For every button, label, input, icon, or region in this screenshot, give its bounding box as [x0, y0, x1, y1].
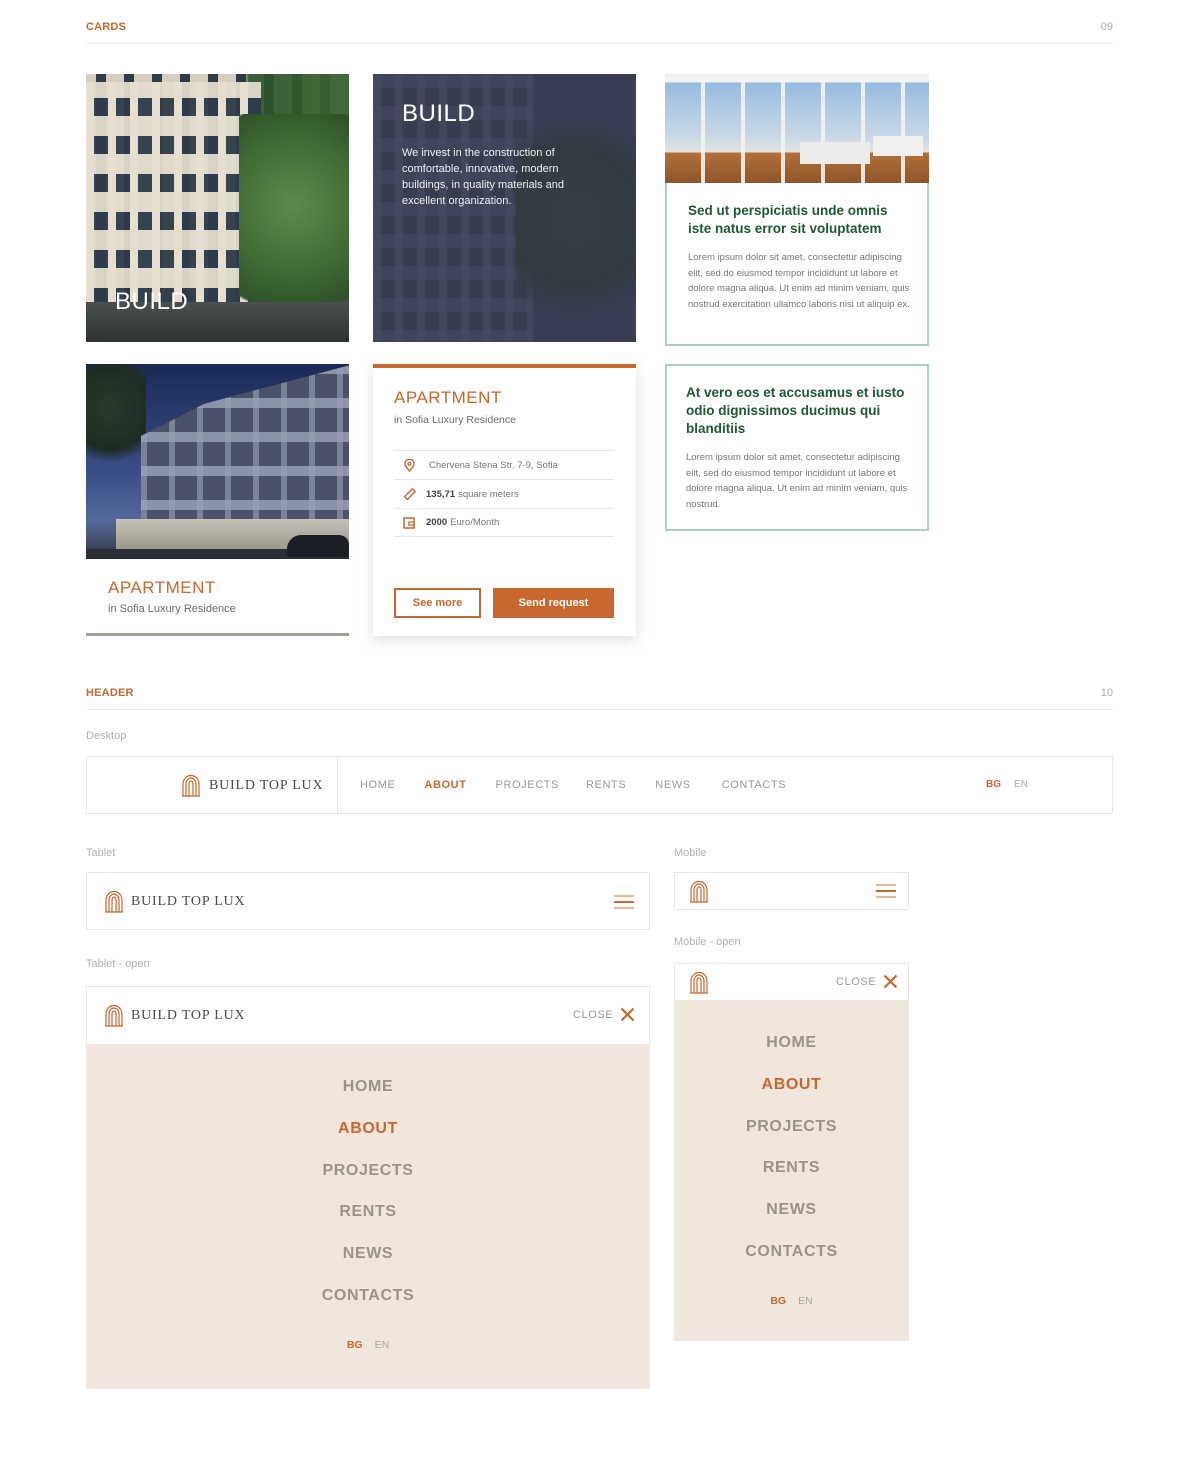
mobile-header [674, 872, 909, 910]
brand-logo[interactable]: BUILD TOP LUX [104, 890, 245, 913]
section-divider [86, 43, 1113, 44]
apartment-detail-card: APARTMENT in Sofia Luxury Residence Cher… [373, 364, 636, 636]
menu-projects[interactable]: PROJECTS [86, 1162, 650, 1180]
arch-logo-icon[interactable] [689, 880, 709, 908]
section-number-cards: 09 [1100, 21, 1113, 33]
wallet-icon [402, 516, 416, 530]
menu-contacts[interactable]: CONTACTS [86, 1287, 650, 1305]
lang-en[interactable]: EN [1014, 779, 1028, 790]
car-illustration [287, 535, 349, 557]
language-switcher: BG EN [986, 779, 1028, 790]
text-card-1[interactable]: Sed ut perspiciatis unde omnis iste natu… [665, 183, 929, 346]
mobile-open-menu: HOME ABOUT PROJECTS RENTS NEWS CONTACTS … [674, 1000, 909, 1341]
lang-bg[interactable]: BG [770, 1295, 786, 1307]
section-title-cards: CARDS [86, 21, 127, 33]
nav-contacts[interactable]: CONTACTS [722, 779, 786, 791]
ruler-icon [402, 487, 416, 501]
close-icon [883, 974, 898, 989]
brand-name: BUILD TOP LUX [131, 1007, 246, 1023]
label-tablet-open: Tablet - open [86, 958, 150, 970]
info-row-price: 2000 Euro/Month [394, 508, 614, 537]
menu-home[interactable]: HOME [86, 1078, 650, 1096]
menu-about[interactable]: ABOUT [674, 1076, 909, 1094]
apartment-image-card-subtitle: in Sofia Luxury Residence [108, 603, 236, 615]
menu-rents[interactable]: RENTS [86, 1203, 650, 1221]
see-more-button[interactable]: See more [394, 588, 481, 618]
nav-projects[interactable]: PROJECTS [496, 779, 559, 791]
header-divider [337, 757, 338, 813]
nav-about[interactable]: ABOUT [424, 779, 466, 791]
apartment-detail-subtitle: in Sofia Luxury Residence [394, 414, 516, 426]
text-card-1-body: Lorem ipsum dolor sit amet, consectetur … [688, 252, 910, 310]
text-card-2-body: Lorem ipsum dolor sit amet, consectetur … [686, 452, 908, 510]
language-switcher: BG EN [674, 1295, 909, 1307]
lang-en[interactable]: EN [798, 1295, 813, 1307]
label-desktop: Desktop [86, 730, 127, 742]
build-overlay-title: BUILD [115, 288, 189, 315]
brand-name: BUILD TOP LUX [209, 777, 324, 793]
tablet-open-header: BUILD TOP LUX CLOSE [86, 986, 650, 1044]
hamburger-menu-icon[interactable] [614, 894, 634, 915]
arch-logo-icon [104, 1004, 124, 1027]
lang-en[interactable]: EN [375, 1339, 390, 1351]
arch-logo-icon [104, 890, 124, 913]
menu-news[interactable]: NEWS [86, 1245, 650, 1263]
card-bottom-bar [86, 633, 349, 636]
apartment-info-list: Chervena Stena Str. 7-9, Sofia 135,71 sq… [394, 450, 614, 537]
close-icon [620, 1007, 635, 1022]
desktop-header: BUILD TOP LUX HOME ABOUT PROJECTS RENTS … [86, 756, 1113, 814]
section-divider [86, 709, 1113, 710]
text-card-1-title: Sed ut perspiciatis unde omnis iste natu… [688, 203, 888, 236]
build-dark-card[interactable]: BUILD We invest in the construction of c… [373, 74, 636, 342]
language-switcher: BG EN [86, 1339, 650, 1351]
info-row-area: 135,71 square meters [394, 479, 614, 508]
lang-bg[interactable]: BG [347, 1339, 363, 1351]
arch-logo-icon[interactable] [689, 971, 709, 999]
nav-home[interactable]: HOME [360, 779, 395, 791]
tablet-open-menu: HOME ABOUT PROJECTS RENTS NEWS CONTACTS … [86, 1044, 650, 1389]
info-row-address: Chervena Stena Str. 7-9, Sofia [394, 450, 614, 479]
apartment-image-card-title[interactable]: APARTMENT [108, 578, 216, 598]
build-dark-text: We invest in the construction of comfort… [402, 147, 565, 207]
location-pin-icon [402, 458, 416, 472]
menu-projects[interactable]: PROJECTS [674, 1118, 909, 1136]
label-mobile-open: Mobile - open [674, 936, 741, 948]
label-tablet: Tablet [86, 847, 116, 859]
close-label: CLOSE [573, 1008, 614, 1021]
build-image-card[interactable]: BUILD [86, 74, 349, 342]
hamburger-menu-icon[interactable] [876, 883, 896, 904]
apartment-image[interactable] [86, 364, 349, 559]
close-label: CLOSE [836, 975, 877, 988]
text-card-2[interactable]: At vero eos et accusamus et iusto odio d… [665, 364, 929, 531]
mobile-open-header: CLOSE [674, 963, 909, 1000]
send-request-button[interactable]: Send request [493, 588, 614, 618]
build-dark-title: BUILD [402, 100, 476, 127]
apartment-detail-title: APARTMENT [394, 388, 502, 407]
brand-name: BUILD TOP LUX [131, 893, 246, 909]
desktop-nav: HOME ABOUT PROJECTS RENTS NEWS CONTACTS [360, 779, 786, 791]
section-title-header: HEADER [86, 687, 134, 699]
interior-image [665, 74, 929, 183]
brand-logo[interactable]: BUILD TOP LUX [181, 774, 323, 797]
menu-news[interactable]: NEWS [674, 1201, 909, 1219]
text-card-2-title: At vero eos et accusamus et iusto odio d… [686, 385, 905, 436]
lang-bg[interactable]: BG [986, 779, 1001, 790]
label-mobile: Mobile [674, 847, 707, 859]
brand-logo[interactable]: BUILD TOP LUX [104, 1004, 245, 1027]
menu-contacts[interactable]: CONTACTS [674, 1243, 909, 1261]
menu-home[interactable]: HOME [674, 1034, 909, 1052]
menu-about[interactable]: ABOUT [86, 1120, 650, 1138]
tablet-header: BUILD TOP LUX [86, 872, 650, 930]
close-button[interactable]: CLOSE [836, 974, 898, 989]
close-button[interactable]: CLOSE [573, 1007, 635, 1022]
menu-rents[interactable]: RENTS [674, 1159, 909, 1177]
arch-logo-icon [181, 774, 201, 797]
nav-news[interactable]: NEWS [655, 779, 690, 791]
section-number-header: 10 [1100, 687, 1113, 699]
nav-rents[interactable]: RENTS [586, 779, 626, 791]
